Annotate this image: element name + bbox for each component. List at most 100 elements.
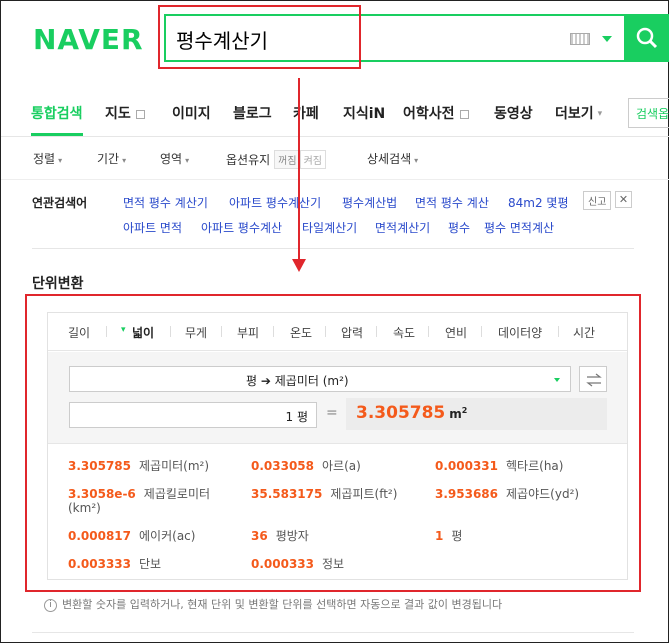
keep-on-toggle[interactable]: 켜짐 [300,150,326,169]
divider [558,326,559,337]
swap-units-button[interactable] [579,366,607,392]
result-item-value: 3.953686 [435,487,499,501]
tab-image[interactable]: 이미지 [172,103,211,123]
area-dropdown[interactable]: 영역 ▾ [160,150,189,167]
naver-logo[interactable]: NAVER [33,23,144,56]
tab-map[interactable]: 지도 [105,103,145,123]
chevron-down-icon [554,378,560,382]
active-tab-underline [31,133,83,136]
report-button[interactable]: 신고 [583,191,612,210]
divider [32,632,634,633]
tab-blog[interactable]: 블로그 [233,103,272,123]
result-item-unit: 평 [451,529,463,543]
value-input[interactable]: 1 평 [69,402,317,428]
to-unit: 제곱미터 (m²) [274,374,349,388]
unit-pair-text: 평 ➔ 제곱미터 (m²) [246,372,349,389]
divider [428,326,429,337]
unit-pair-select[interactable]: 평 ➔ 제곱미터 (m²) [69,366,571,392]
result-item: 0.000817 에이커(ac) [68,527,195,544]
chevron-down-icon: ▾ [597,109,603,119]
result-item: 3.953686 제곱야드(yd²) [435,485,579,502]
chevron-down-icon: ▾ [185,156,190,165]
result-item-unit: 아르(a) [322,459,361,473]
chevron-down-icon: ▾ [58,156,63,165]
detail-search-dropdown[interactable]: 상세검색 ▾ [367,150,418,167]
result-item-unit: 제곱야드(yd²) [506,487,580,501]
close-icon[interactable]: ✕ [615,191,632,208]
unit-tab-temperature[interactable]: 온도 [290,324,312,341]
result-item-unit: 헥타르(ha) [506,459,564,473]
related-item[interactable]: 84m2 몇평 [508,194,569,211]
arrow-right-icon: ➔ [260,374,271,388]
info-icon: i [44,598,57,612]
unit-tab-area[interactable]: 넓이 [121,324,154,341]
result-value: 3.305785 [356,403,446,423]
tab-integrated[interactable]: 통합검색 [31,103,83,123]
equals-sign: = [326,405,338,421]
divider [170,326,171,337]
chevron-down-icon: ▾ [122,156,127,165]
tab-video[interactable]: 동영상 [494,103,533,123]
unit-tab-time[interactable]: 시간 [573,324,595,341]
result-item-unit: 제곱피트(ft²) [330,487,398,501]
result-item-unit: 평방자 [275,529,309,543]
tab-label: 더보기 [555,106,594,122]
keep-option: 옵션유지 꺼짐 켜짐 [226,150,326,169]
related-item[interactable]: 아파트 평수계산기 [229,194,321,211]
input-unit: 평 [296,410,308,424]
result-unit-exponent: 2 [461,406,468,415]
input-value: 1 [285,410,294,424]
search-button[interactable] [624,14,669,62]
result-item-unit: 정보 [322,557,345,571]
result-item-unit: 제곱미터(m²) [139,459,210,473]
tab-more[interactable]: 더보기 ▾ [555,103,602,123]
unit-tab-volume[interactable]: 부피 [237,324,259,341]
unit-tab-weight[interactable]: 무게 [185,324,207,341]
result-item: 3.305785 제곱미터(m²) [68,457,209,474]
result-item-value: 0.033058 [251,459,315,473]
chevron-down-icon[interactable] [602,36,612,42]
tab-kin[interactable]: 지식iN [343,103,385,123]
related-item[interactable]: 면적 평수 계산기 [123,194,208,211]
related-item[interactable]: 아파트 면적 [123,219,182,236]
swap-icon [586,373,602,387]
unit-tab-length[interactable]: 길이 [68,324,90,341]
search-options-bar: 정렬 ▾ 기간 ▾ 영역 ▾ 옵션유지 꺼짐 켜짐 상세검색 ▾ [1,138,669,180]
keep-off-toggle[interactable]: 꺼짐 [274,150,301,169]
detail-label: 상세검색 [367,152,412,166]
search-options-button[interactable]: 검색옵 [628,98,669,128]
tab-dictionary[interactable]: 어학사전 [403,103,469,123]
unit-tab-data[interactable]: 데이터양 [498,324,542,341]
related-item[interactable]: 평수 면적계산 [484,219,554,236]
result-item-unit: 에이커(ac) [139,529,196,543]
related-item[interactable]: 타일계산기 [302,219,357,236]
conversion-area: 평 ➔ 제곱미터 (m²) 1 평 = 3.305785 m2 [48,352,627,444]
related-item[interactable]: 아파트 평수계산 [201,219,282,236]
tab-cafe[interactable]: 카페 [293,103,319,123]
annotation-highlight-search [158,5,361,69]
unit-tab-pressure[interactable]: 압력 [341,324,363,341]
result-item: 0.000331 헥타르(ha) [435,457,563,474]
divider [325,326,326,337]
result-item: 36 평방자 [251,527,309,544]
unit-tab-fuel[interactable]: 연비 [445,324,467,341]
unit-tab-speed[interactable]: 속도 [393,324,415,341]
search-icon [636,27,658,49]
divider [481,326,482,337]
sort-dropdown[interactable]: 정렬 ▾ [33,150,62,167]
related-item[interactable]: 평수 [448,219,470,236]
result-item-wrap: (km²) [68,501,101,515]
chevron-down-icon: ▾ [414,156,419,165]
result-item: 1평 [435,527,462,544]
keep-label: 옵션유지 [226,153,271,167]
result-item-value: 36 [251,529,268,543]
related-item[interactable]: 면적계산기 [375,219,430,236]
result-item: 3.3058e-6 제곱킬로미터 [68,485,210,502]
footnote: i 변환할 숫자를 입력하거나, 현재 단위 및 변환할 단위를 선택하면 자동으… [44,596,502,612]
period-dropdown[interactable]: 기간 ▾ [97,150,126,167]
annotation-arrow-head [292,259,306,272]
related-item[interactable]: 평수계산법 [342,194,397,211]
related-item[interactable]: 면적 평수 계산 [415,194,489,211]
keyboard-icon[interactable] [570,33,590,45]
result-item-value: 35.583175 [251,487,323,501]
